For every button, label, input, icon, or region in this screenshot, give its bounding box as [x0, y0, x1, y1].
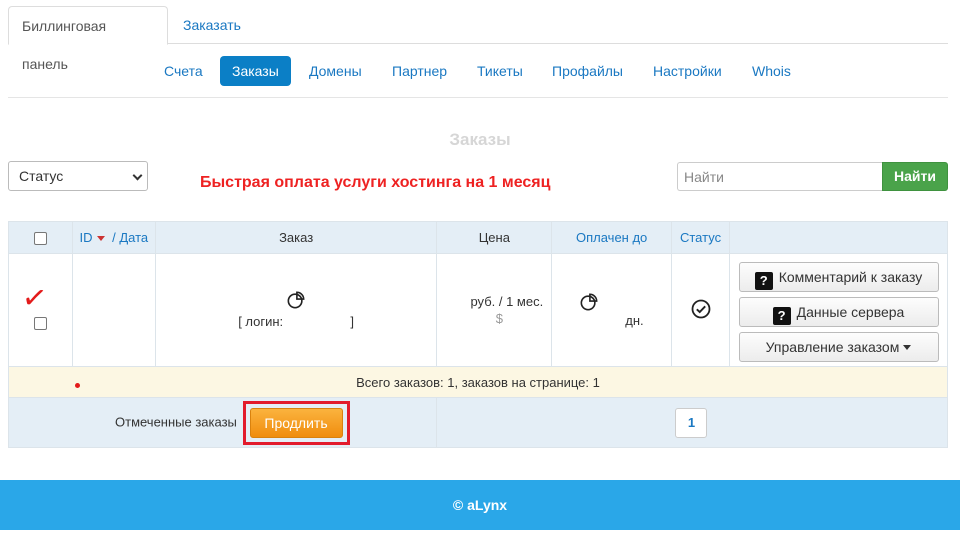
page-1-button[interactable]: 1: [675, 407, 708, 438]
subnav-item-whois[interactable]: Whois: [740, 56, 803, 86]
subnav: Счета Заказы Домены Партнер Тикеты Профа…: [8, 56, 948, 98]
marked-orders-label: Отмеченные заказы: [115, 413, 237, 429]
search-button[interactable]: Найти: [882, 162, 948, 191]
section-title: Заказы: [449, 130, 511, 149]
pie-chart-icon: [580, 293, 598, 314]
sort-desc-icon: [96, 235, 105, 241]
top-tabs: Биллинговая панель Заказать: [8, 6, 948, 72]
order-comment-label: Комментарий к заказу: [778, 269, 923, 285]
red-checkmark-annotation: ✓: [19, 280, 50, 317]
login-suffix: ]: [350, 314, 355, 329]
sort-id-link[interactable]: ID: [80, 230, 93, 245]
header-select-all: [8, 221, 73, 254]
row-order-cell: [ логин: ]: [154, 253, 438, 367]
row-price-cell: руб. / 1 мес. $: [436, 253, 553, 367]
row-status-cell: [671, 253, 730, 367]
login-prefix: [ логин:: [238, 314, 284, 329]
header-id-date: ID / Дата: [71, 221, 156, 254]
renew-highlight: Продлить: [242, 400, 350, 445]
status-filter-select[interactable]: Статус: [8, 161, 148, 191]
price-usd: $: [495, 311, 503, 326]
header-separator: /: [108, 230, 120, 245]
price-rub: руб. / 1 мес.: [470, 294, 544, 309]
bulk-actions-cell: Отмеченные заказы Продлить: [7, 397, 438, 448]
row-paid-until-cell: дн.: [551, 253, 673, 367]
pagination-cell: 1: [436, 397, 948, 448]
summary-row: Всего заказов: 1, заказов на странице: 1: [8, 366, 948, 398]
red-dot-annotation: [75, 383, 80, 388]
subnav-item-profiles[interactable]: Профайлы: [540, 56, 635, 86]
pie-chart-icon: [156, 291, 437, 312]
question-icon: ?: [754, 272, 773, 290]
sort-date-link[interactable]: Дата: [119, 230, 148, 245]
select-all-checkbox[interactable]: [33, 232, 47, 246]
header-order: Заказ: [154, 221, 438, 254]
check-circle-icon: [691, 299, 711, 322]
order-comment-button[interactable]: ? Комментарий к заказу: [738, 262, 939, 292]
subnav-item-partner[interactable]: Партнер: [380, 56, 459, 86]
subnav-item-settings[interactable]: Настройки: [641, 56, 734, 86]
header-paid-until[interactable]: Оплачен до: [551, 221, 673, 254]
bulk-actions-row: Отмеченные заказы Продлить 1: [7, 397, 948, 448]
question-icon: ?: [772, 307, 791, 325]
subnav-item-tickets[interactable]: Тикеты: [465, 56, 535, 86]
promo-text: Быстрая оплата услуги хостинга на 1 меся…: [200, 174, 551, 191]
table-row: [ логин: ] руб. / 1 мес. $ дн. ? Коммент…: [8, 253, 948, 367]
row-actions-cell: ? Комментарий к заказу ? Данные сервера Уп…: [729, 253, 948, 367]
caret-down-icon: [903, 345, 912, 350]
orders-summary: Всего заказов: 1, заказов на странице: 1: [8, 366, 948, 398]
header-actions: [729, 221, 948, 254]
row-id-cell: [71, 253, 156, 367]
server-data-button[interactable]: ? Данные сервера: [738, 297, 939, 327]
status-filter-value: Статус: [19, 168, 64, 184]
subnav-item-domains[interactable]: Домены: [297, 56, 374, 86]
subnav-item-orders[interactable]: Заказы: [220, 56, 291, 86]
tab-order[interactable]: Заказать: [170, 6, 254, 44]
server-data-label: Данные сервера: [796, 304, 905, 320]
renew-button[interactable]: Продлить: [249, 407, 343, 438]
paid-until-days: дн.: [625, 312, 644, 328]
header-status[interactable]: Статус: [671, 221, 730, 254]
footer: © aLynx: [0, 480, 960, 530]
search-input[interactable]: [677, 162, 883, 191]
manage-order-dropdown[interactable]: Управление заказом: [738, 332, 939, 362]
orders-table: ID / Дата Заказ Цена Оплачен до Статус […: [7, 221, 948, 448]
row-checkbox[interactable]: [33, 316, 47, 330]
tab-billing-panel[interactable]: Биллинговая панель: [8, 6, 168, 72]
manage-order-label: Управление заказом: [765, 339, 900, 355]
header-price: Цена: [436, 221, 553, 254]
subnav-item-invoices[interactable]: Счета: [152, 56, 215, 86]
chevron-down-icon: [132, 170, 143, 181]
